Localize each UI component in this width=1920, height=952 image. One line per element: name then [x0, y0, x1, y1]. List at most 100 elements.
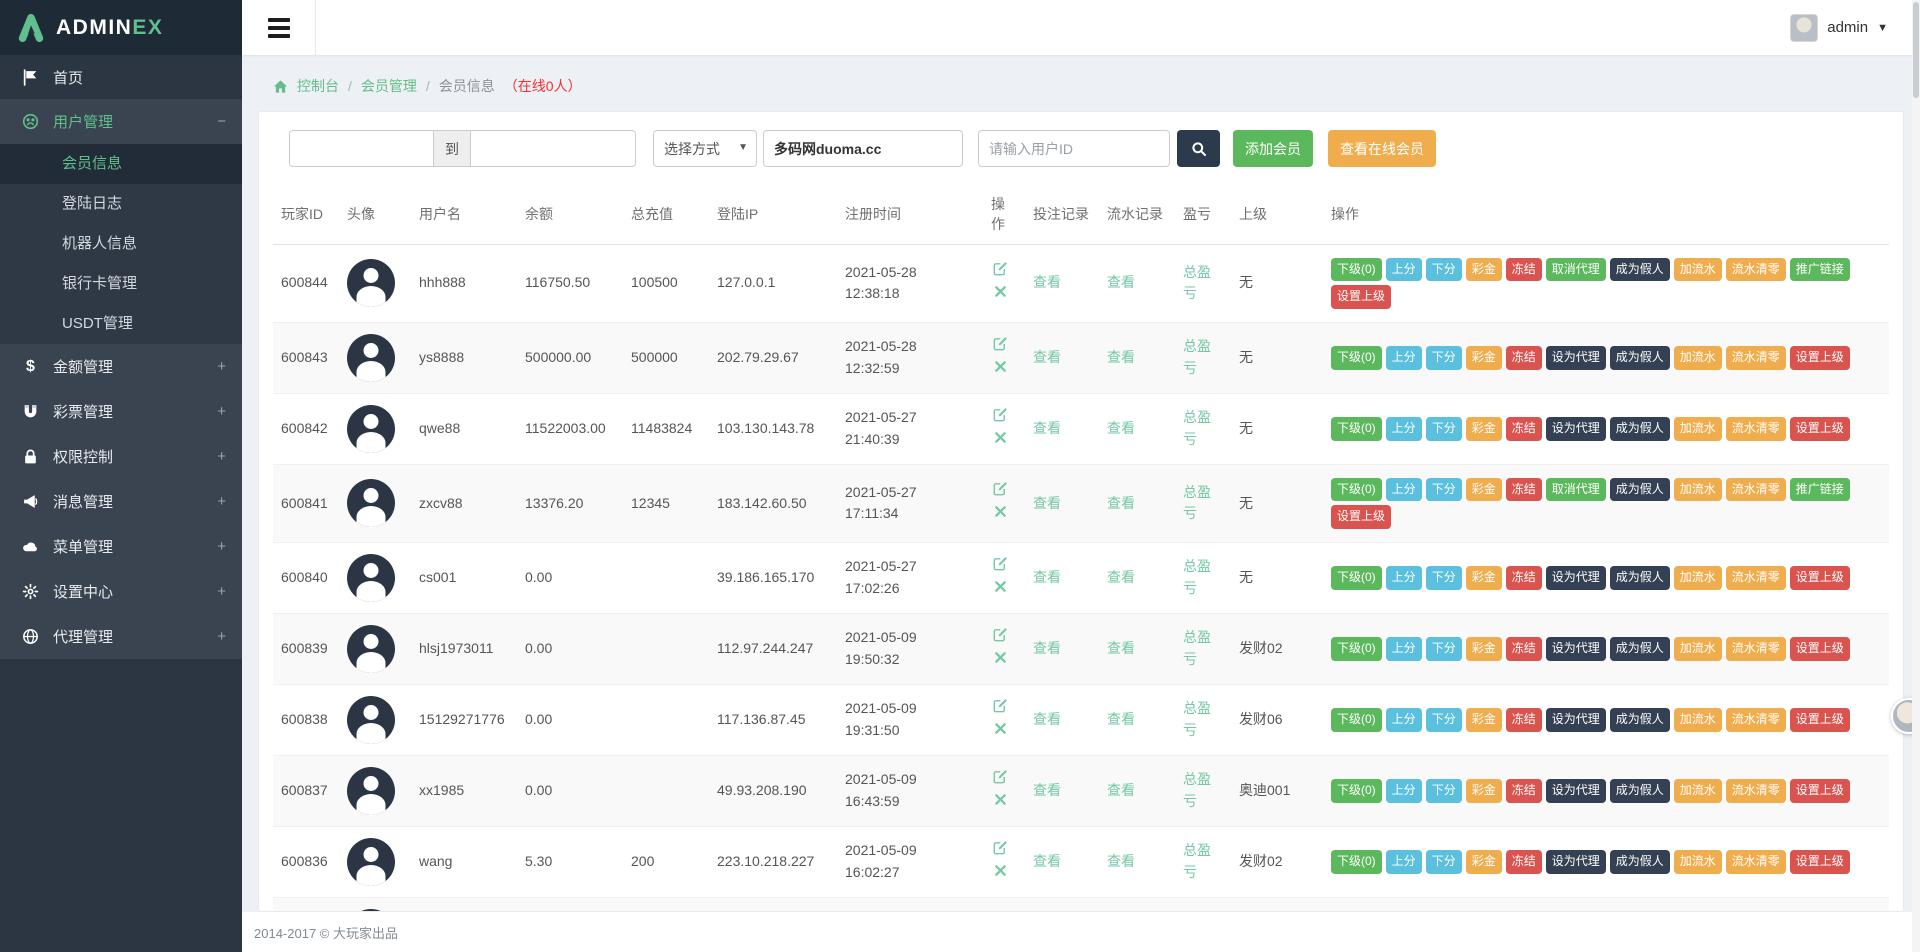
- bet-record-link[interactable]: 查看: [1033, 493, 1061, 515]
- action-badge[interactable]: 下级(0): [1331, 779, 1382, 803]
- action-badge[interactable]: 彩金: [1466, 850, 1502, 874]
- action-badge[interactable]: 成为假人: [1610, 850, 1670, 874]
- action-badge[interactable]: 彩金: [1466, 779, 1502, 803]
- sidebar-item-login-log[interactable]: 登陆日志: [0, 184, 242, 224]
- profit-link[interactable]: 总盈亏: [1183, 482, 1223, 525]
- action-badge[interactable]: 加流水: [1674, 478, 1722, 502]
- sidebar-item-lottery-management[interactable]: 彩票管理 +: [0, 389, 242, 434]
- action-badge[interactable]: 冻结: [1506, 417, 1542, 441]
- edit-icon[interactable]: [993, 407, 1009, 423]
- date-to-input[interactable]: [470, 130, 636, 167]
- edit-icon[interactable]: [993, 840, 1009, 856]
- profit-link[interactable]: 总盈亏: [1183, 698, 1223, 741]
- search-button[interactable]: [1177, 130, 1220, 167]
- bet-record-link[interactable]: 查看: [1033, 347, 1061, 369]
- action-badge[interactable]: 设置上级: [1790, 779, 1850, 803]
- bet-record-link[interactable]: 查看: [1033, 638, 1061, 660]
- action-badge[interactable]: 下级(0): [1331, 346, 1382, 370]
- action-badge[interactable]: 流水清零: [1726, 346, 1786, 370]
- action-badge[interactable]: 下分: [1426, 566, 1462, 590]
- sidebar-item-permission-control[interactable]: 权限控制 +: [0, 434, 242, 479]
- action-badge[interactable]: 取消代理: [1546, 258, 1606, 282]
- action-badge[interactable]: 上分: [1386, 258, 1422, 282]
- flow-record-link[interactable]: 查看: [1107, 780, 1135, 802]
- action-badge[interactable]: 设置上级: [1331, 285, 1391, 309]
- action-badge[interactable]: 冻结: [1506, 346, 1542, 370]
- action-badge[interactable]: 加流水: [1674, 566, 1722, 590]
- flow-record-link[interactable]: 查看: [1107, 493, 1135, 515]
- action-badge[interactable]: 下级(0): [1331, 566, 1382, 590]
- action-badge[interactable]: 流水清零: [1726, 478, 1786, 502]
- action-badge[interactable]: 彩金: [1466, 258, 1502, 282]
- action-badge[interactable]: 彩金: [1466, 637, 1502, 661]
- profit-link[interactable]: 总盈亏: [1183, 262, 1223, 305]
- flow-record-link[interactable]: 查看: [1107, 567, 1135, 589]
- action-badge[interactable]: 成为假人: [1610, 417, 1670, 441]
- action-badge[interactable]: 下级(0): [1331, 850, 1382, 874]
- action-badge[interactable]: 下级(0): [1331, 708, 1382, 732]
- action-badge[interactable]: 成为假人: [1610, 708, 1670, 732]
- flow-record-link[interactable]: 查看: [1107, 709, 1135, 731]
- action-badge[interactable]: 冻结: [1506, 637, 1542, 661]
- action-badge[interactable]: 下级(0): [1331, 637, 1382, 661]
- action-badge[interactable]: 设为代理: [1546, 779, 1606, 803]
- action-badge[interactable]: 流水清零: [1726, 258, 1786, 282]
- action-badge[interactable]: 设置上级: [1790, 637, 1850, 661]
- action-badge[interactable]: 加流水: [1674, 637, 1722, 661]
- sidebar-item-home[interactable]: 首页: [0, 55, 242, 99]
- action-badge[interactable]: 下分: [1426, 850, 1462, 874]
- bet-record-link[interactable]: 查看: [1033, 567, 1061, 589]
- action-badge[interactable]: 加流水: [1674, 708, 1722, 732]
- sidebar-item-usdt[interactable]: USDT管理: [0, 304, 242, 344]
- action-badge[interactable]: 设为代理: [1546, 417, 1606, 441]
- action-badge[interactable]: 下级(0): [1331, 258, 1382, 282]
- action-badge[interactable]: 冻结: [1506, 478, 1542, 502]
- delete-icon[interactable]: [993, 359, 1009, 375]
- action-badge[interactable]: 成为假人: [1610, 637, 1670, 661]
- edit-icon[interactable]: [993, 336, 1009, 352]
- action-badge[interactable]: 取消代理: [1546, 478, 1606, 502]
- flow-record-link[interactable]: 查看: [1107, 272, 1135, 294]
- breadcrumb-section-link[interactable]: 会员管理: [361, 76, 417, 96]
- sidebar-item-user-management[interactable]: 用户管理 −: [0, 99, 242, 144]
- action-badge[interactable]: 成为假人: [1610, 258, 1670, 282]
- bet-record-link[interactable]: 查看: [1033, 418, 1061, 440]
- delete-icon[interactable]: [993, 863, 1009, 879]
- edit-icon[interactable]: [993, 698, 1009, 714]
- action-badge[interactable]: 成为假人: [1610, 566, 1670, 590]
- menu-toggle-button[interactable]: [242, 0, 316, 55]
- bet-record-link[interactable]: 查看: [1033, 780, 1061, 802]
- profit-link[interactable]: 总盈亏: [1183, 556, 1223, 599]
- profit-link[interactable]: 总盈亏: [1183, 769, 1223, 812]
- action-badge[interactable]: 上分: [1386, 637, 1422, 661]
- action-badge[interactable]: 流水清零: [1726, 779, 1786, 803]
- edit-icon[interactable]: [993, 261, 1009, 277]
- breadcrumb-console-link[interactable]: 控制台: [297, 76, 339, 96]
- action-badge[interactable]: 上分: [1386, 566, 1422, 590]
- action-badge[interactable]: 设置上级: [1331, 505, 1391, 529]
- bet-record-link[interactable]: 查看: [1033, 709, 1061, 731]
- action-badge[interactable]: 设为代理: [1546, 708, 1606, 732]
- date-from-input[interactable]: [289, 130, 434, 167]
- edit-icon[interactable]: [993, 769, 1009, 785]
- action-badge[interactable]: 流水清零: [1726, 566, 1786, 590]
- action-badge[interactable]: 成为假人: [1610, 346, 1670, 370]
- sidebar-item-member-info[interactable]: 会员信息: [0, 144, 242, 184]
- action-badge[interactable]: 冻结: [1506, 708, 1542, 732]
- action-badge[interactable]: 设为代理: [1546, 566, 1606, 590]
- action-badge[interactable]: 流水清零: [1726, 417, 1786, 441]
- bet-record-link[interactable]: 查看: [1033, 272, 1061, 294]
- profit-link[interactable]: 总盈亏: [1183, 627, 1223, 670]
- action-badge[interactable]: 上分: [1386, 779, 1422, 803]
- profit-link[interactable]: 总盈亏: [1183, 336, 1223, 379]
- add-member-button[interactable]: 添加会员: [1233, 130, 1313, 167]
- profit-link[interactable]: 总盈亏: [1183, 407, 1223, 450]
- flow-record-link[interactable]: 查看: [1107, 418, 1135, 440]
- sidebar-item-bank-card[interactable]: 银行卡管理: [0, 264, 242, 304]
- action-badge[interactable]: 加流水: [1674, 258, 1722, 282]
- action-badge[interactable]: 加流水: [1674, 346, 1722, 370]
- action-badge[interactable]: 下分: [1426, 637, 1462, 661]
- edit-icon[interactable]: [993, 556, 1009, 572]
- user-id-input[interactable]: [978, 130, 1170, 167]
- action-badge[interactable]: 设置上级: [1790, 708, 1850, 732]
